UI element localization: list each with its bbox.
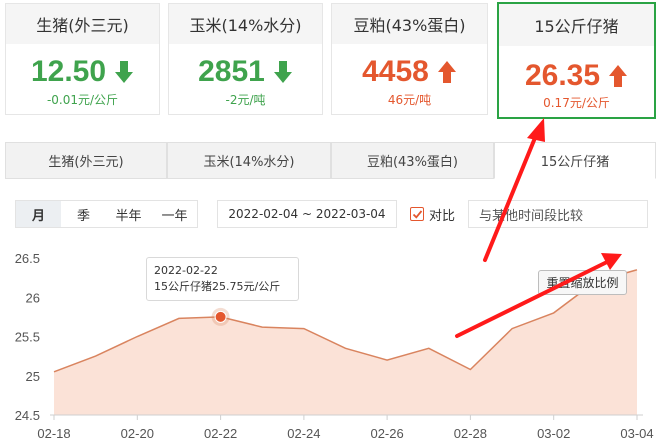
data-point xyxy=(468,368,472,372)
x-tick-label: 03-02 xyxy=(537,426,570,441)
data-point xyxy=(552,311,556,315)
y-tick-label: 25.5 xyxy=(15,330,40,345)
chart-tooltip: 2022-02-22 15公斤仔猪25.75元/公斤 xyxy=(146,257,299,301)
data-point xyxy=(427,346,431,350)
data-point xyxy=(52,370,56,374)
tooltip-date: 2022-02-22 xyxy=(154,264,218,277)
tooltip-value: 15公斤仔猪25.75元/公斤 xyxy=(154,280,281,293)
data-point xyxy=(510,327,514,331)
price-chart[interactable]: 24.5 25 25.5 26 26.5 02-18 02-20 02-22 02-24 02-2… xyxy=(0,0,659,448)
y-tick-label: 25 xyxy=(26,369,40,384)
y-tick-label: 24.5 xyxy=(15,408,40,423)
data-point xyxy=(635,268,639,272)
data-point xyxy=(135,335,139,339)
x-tick-label: 03-04 xyxy=(620,426,653,441)
data-point xyxy=(177,316,181,320)
y-tick-label: 26 xyxy=(26,290,40,305)
highlight-point xyxy=(214,310,227,323)
data-point xyxy=(260,325,264,329)
x-tick-label: 02-18 xyxy=(37,426,70,441)
data-point xyxy=(385,358,389,362)
x-tick-label: 02-28 xyxy=(454,426,487,441)
reset-zoom-button[interactable]: 重置缩放比例 xyxy=(538,270,627,295)
x-tick-label: 02-20 xyxy=(121,426,154,441)
x-tick-label: 02-22 xyxy=(204,426,237,441)
data-point xyxy=(94,354,98,358)
data-point xyxy=(344,346,348,350)
x-tick-label: 02-24 xyxy=(287,426,320,441)
y-tick-label: 26.5 xyxy=(15,251,40,266)
data-point xyxy=(302,327,306,331)
x-tick-label: 02-26 xyxy=(370,426,403,441)
